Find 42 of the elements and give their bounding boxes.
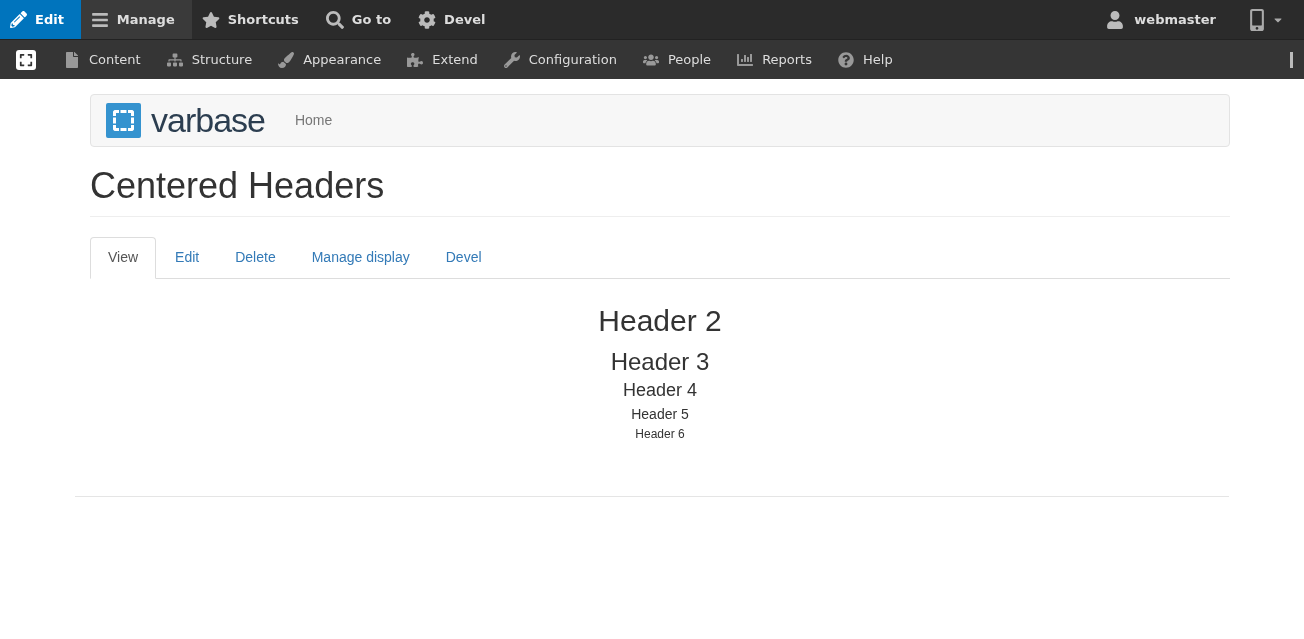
admin-menu-link[interactable]: Extend xyxy=(395,40,492,79)
admin-menu-link[interactable]: Reports xyxy=(725,40,826,79)
page-title: Centered Headers xyxy=(90,166,1230,217)
heading: Header 3 xyxy=(610,348,710,375)
heading: Header 6 xyxy=(635,428,685,442)
tab[interactable]: Devel xyxy=(428,236,499,278)
tab[interactable]: View xyxy=(90,236,157,279)
wrench-icon xyxy=(503,51,520,68)
admin-menu-link[interactable]: Help xyxy=(826,40,907,79)
admin-menu-link[interactable]: Content xyxy=(52,40,155,79)
tab[interactable]: Edit xyxy=(158,236,217,278)
menu-icon xyxy=(90,10,109,29)
logo-text: varbase xyxy=(151,100,265,141)
bar-chart-icon xyxy=(737,51,754,68)
user-icon xyxy=(1106,10,1125,29)
admin-menu-link[interactable]: Structure xyxy=(154,40,267,79)
hierarchy-icon xyxy=(166,51,183,68)
puzzle-icon xyxy=(407,51,424,68)
heading: Header 5 xyxy=(631,406,689,423)
heading: Header 4 xyxy=(622,381,698,401)
file-icon xyxy=(64,51,80,68)
nav-link[interactable]: Home xyxy=(294,110,333,131)
tab[interactable]: Delete xyxy=(218,236,293,278)
toolbar-tab[interactable]: Manage xyxy=(80,0,192,39)
gear-icon xyxy=(418,10,437,29)
brush-icon xyxy=(278,51,295,68)
tab[interactable]: Manage display xyxy=(294,236,427,278)
logo-icon xyxy=(16,49,36,70)
admin-menu-link[interactable]: People xyxy=(630,40,726,79)
toolbar-tab[interactable]: Shortcuts xyxy=(191,0,316,39)
toolbar-tab[interactable]: Devel xyxy=(408,0,503,39)
admin-menu-link[interactable]: Appearance xyxy=(266,40,396,79)
star-icon xyxy=(201,10,220,29)
toolbar-tab[interactable]: Go to xyxy=(315,0,409,39)
heading: Header 2 xyxy=(598,303,722,337)
varbase-logo-icon xyxy=(106,103,141,138)
toolbar-tab[interactable]: Edit xyxy=(0,0,81,39)
user-menu[interactable]: webmaster xyxy=(1096,0,1226,39)
pencil-icon xyxy=(10,11,27,28)
admin-menu-link[interactable]: Configuration xyxy=(491,40,631,79)
search-icon xyxy=(325,10,344,29)
help-icon xyxy=(838,51,854,68)
